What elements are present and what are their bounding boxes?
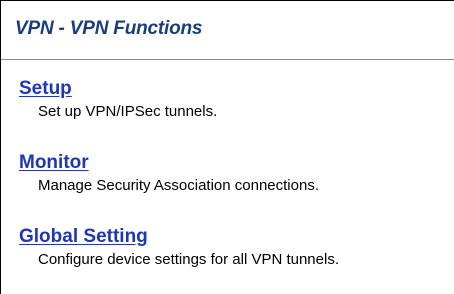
setup-description: Set up VPN/IPSec tunnels.: [38, 103, 218, 120]
page-title: VPN - VPN Functions: [15, 18, 203, 39]
vpn-functions-panel: VPN - VPN Functions Setup Set up VPN/IPS…: [0, 0, 454, 294]
menu-item-global-setting: Global Setting Configure device settings…: [19, 225, 339, 270]
monitor-link[interactable]: Monitor: [19, 151, 319, 175]
global-setting-description: Configure device settings for all VPN tu…: [38, 251, 339, 268]
setup-link[interactable]: Setup: [19, 77, 217, 101]
monitor-description: Manage Security Association connections.: [38, 177, 319, 194]
global-setting-link[interactable]: Global Setting: [19, 225, 339, 249]
menu-item-setup: Setup Set up VPN/IPSec tunnels.: [19, 77, 217, 122]
title-divider: [1, 59, 454, 60]
menu-item-monitor: Monitor Manage Security Association conn…: [19, 151, 319, 196]
